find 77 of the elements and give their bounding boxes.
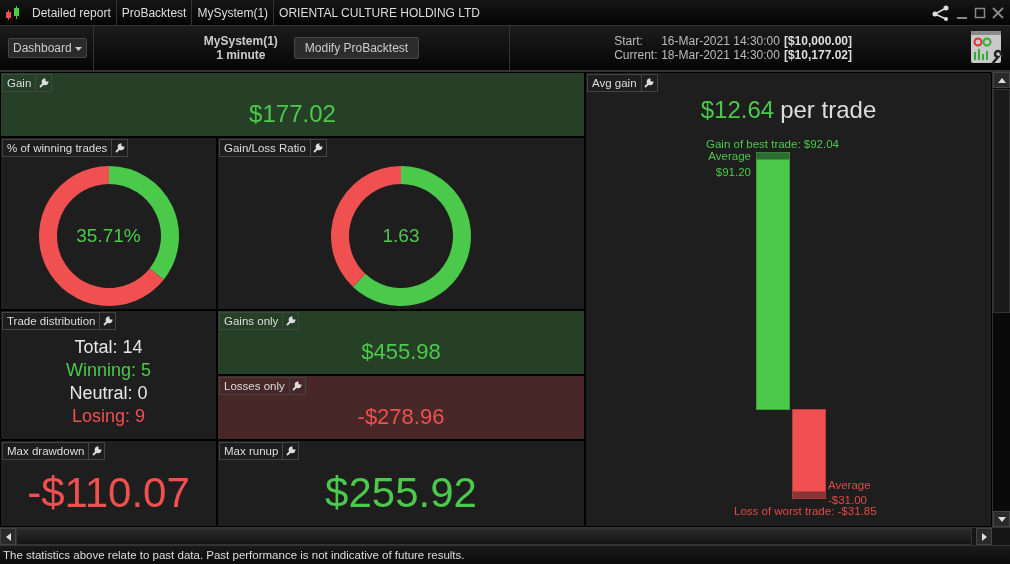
dashboard-settings-icon[interactable] bbox=[970, 30, 1004, 66]
scroll-right-button[interactable] bbox=[976, 528, 992, 545]
per-trade-label: per trade bbox=[780, 96, 877, 124]
wrench-icon bbox=[102, 316, 113, 326]
settings-button[interactable] bbox=[641, 74, 658, 92]
wrench-icon bbox=[38, 78, 49, 88]
average-gain-value: $12.64 bbox=[700, 96, 775, 124]
modify-button[interactable]: Modify ProBacktest bbox=[293, 37, 420, 59]
panel-title: Avg gain bbox=[587, 74, 642, 92]
date-label: Current: bbox=[614, 48, 658, 62]
scroll-down-button[interactable] bbox=[993, 511, 1010, 527]
maximize-icon[interactable] bbox=[974, 6, 986, 19]
total-value: -$278.96 bbox=[357, 404, 445, 430]
wrench-icon bbox=[285, 446, 296, 456]
average-value: $91.20 bbox=[715, 165, 751, 179]
distribution-line: Total: 14 bbox=[74, 336, 143, 359]
close-icon[interactable] bbox=[992, 6, 1004, 19]
title-tab[interactable]: ORIENTAL CULTURE HOLDING LTD bbox=[273, 0, 485, 26]
title-tab[interactable]: ProBacktest bbox=[115, 0, 192, 26]
settings-button[interactable] bbox=[310, 139, 327, 157]
extreme-value: -$110.07 bbox=[27, 469, 190, 517]
title-tab[interactable]: Detailed report bbox=[27, 0, 116, 26]
panel-title: Losses only bbox=[219, 377, 290, 395]
gain-value: $177.02 bbox=[249, 100, 336, 128]
wrench-icon bbox=[114, 143, 125, 153]
scroll-up-button[interactable] bbox=[993, 72, 1010, 88]
scrollbar-thumb[interactable] bbox=[993, 89, 1010, 313]
panel-title: % of winning trades bbox=[2, 139, 113, 157]
panel-title: Gain bbox=[2, 74, 37, 92]
worst-trade-label: Loss of worst trade: -$31.85 bbox=[734, 505, 877, 518]
settings-button[interactable] bbox=[89, 442, 106, 460]
wrench-icon bbox=[285, 316, 296, 326]
up-arrow-icon bbox=[997, 77, 1006, 83]
panel-title: Gains only bbox=[219, 312, 284, 330]
distribution-line: Losing: 9 bbox=[71, 405, 146, 428]
panel-title: Gain/Loss Ratio bbox=[219, 139, 311, 157]
distribution-line: Neutral: 0 bbox=[69, 382, 148, 405]
disclaimer-text: The statistics above relate to past data. Past performance is not indicative of future results. bbox=[3, 549, 465, 561]
capital-value: [$10,000.00] bbox=[783, 34, 852, 48]
settings-button[interactable] bbox=[36, 74, 53, 92]
panel-title: Max drawdown bbox=[2, 442, 90, 460]
right-arrow-icon bbox=[981, 532, 987, 541]
caret-icon bbox=[75, 46, 83, 51]
settings-button[interactable] bbox=[112, 139, 129, 157]
date-value: 16-Mar-2021 14:30:00 bbox=[661, 34, 780, 48]
view-dropdown[interactable]: Dashboard bbox=[8, 38, 88, 58]
down-arrow-icon bbox=[997, 516, 1006, 522]
scroll-left-button[interactable] bbox=[0, 528, 16, 545]
candlestick-icon bbox=[5, 4, 21, 21]
capital-value: [$10,177.02] bbox=[783, 48, 852, 62]
wrench-icon bbox=[292, 381, 303, 391]
panel-title: Max runup bbox=[219, 442, 284, 460]
system-name: MySystem(1) bbox=[203, 34, 278, 48]
panel-title: Trade distribution bbox=[2, 312, 101, 330]
date-value: 18-Mar-2021 14:30:00 bbox=[661, 48, 780, 62]
wrench-icon bbox=[91, 446, 102, 456]
date-label: Start: bbox=[614, 34, 644, 48]
title-tab[interactable]: MySystem(1) bbox=[191, 0, 274, 26]
timeframe-label: 1 minute bbox=[216, 48, 266, 62]
distribution-line: Winning: 5 bbox=[65, 359, 151, 382]
donut-value: 35.71% bbox=[75, 225, 142, 247]
best-trade-label: Gain of best trade: $92.04 bbox=[706, 137, 839, 151]
average-value: -$31.00 bbox=[828, 493, 867, 507]
average-label: Average bbox=[708, 149, 751, 163]
total-value: $455.98 bbox=[361, 339, 441, 365]
donut-value: 1.63 bbox=[381, 225, 421, 247]
extreme-value: $255.92 bbox=[325, 469, 477, 517]
share-icon[interactable] bbox=[932, 4, 950, 21]
settings-button[interactable] bbox=[283, 312, 300, 330]
wrench-icon bbox=[313, 143, 324, 153]
average-label: Average bbox=[828, 478, 871, 492]
vertical-scrollbar[interactable] bbox=[992, 72, 1010, 527]
wrench-icon bbox=[644, 78, 655, 88]
settings-button[interactable] bbox=[100, 312, 117, 330]
settings-button[interactable] bbox=[283, 442, 300, 460]
left-arrow-icon bbox=[5, 532, 11, 541]
settings-button[interactable] bbox=[289, 377, 306, 395]
